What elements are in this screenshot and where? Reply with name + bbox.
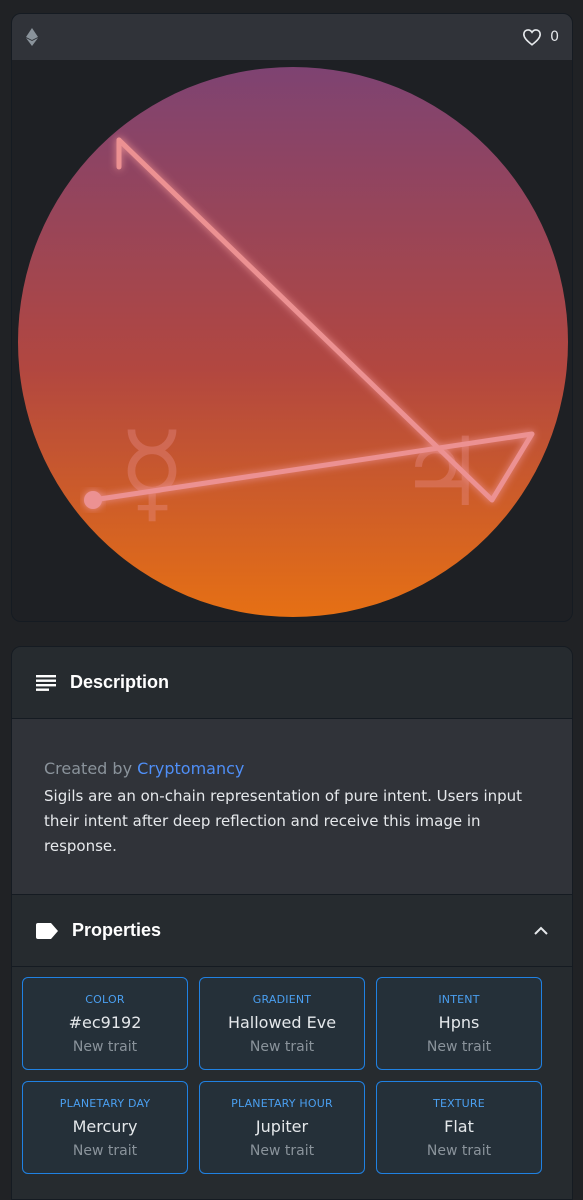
traits-grid: COLOR #ec9192 New trait GRADIENT Hallowe… bbox=[22, 977, 562, 1174]
sigil-start-dot bbox=[84, 491, 102, 509]
description-text: Sigils are an on-chain representation of… bbox=[44, 787, 523, 855]
trait-rarity: New trait bbox=[72, 1038, 138, 1055]
artwork-card-header: 0 bbox=[12, 14, 572, 60]
trait-rarity: New trait bbox=[249, 1038, 315, 1055]
list-lines-icon bbox=[36, 674, 56, 691]
trait-rarity: New trait bbox=[426, 1142, 492, 1159]
properties-body: COLOR #ec9192 New trait GRADIENT Hallowe… bbox=[12, 967, 572, 1199]
description-title: Description bbox=[70, 672, 170, 692]
artwork-image[interactable]: ☿ ♃ bbox=[12, 60, 572, 621]
properties-header[interactable]: Properties bbox=[12, 895, 572, 967]
trait-card-texture[interactable]: TEXTURE Flat New trait bbox=[376, 1081, 542, 1174]
trait-value: #ec9192 bbox=[68, 1012, 142, 1032]
favorite-count: 0 bbox=[550, 29, 559, 45]
description-header[interactable]: Description bbox=[12, 647, 572, 719]
ethereum-icon[interactable] bbox=[25, 28, 39, 46]
trait-rarity: New trait bbox=[72, 1142, 138, 1159]
trait-rarity: New trait bbox=[426, 1038, 492, 1055]
details-panel: Description Created by Cryptomancy Sigil… bbox=[11, 646, 573, 1200]
trait-value: Flat bbox=[444, 1116, 474, 1136]
trait-type: PLANETARY DAY bbox=[59, 1096, 151, 1110]
trait-card-planetary-hour[interactable]: PLANETARY HOUR Jupiter New trait bbox=[199, 1081, 365, 1174]
created-by-label: Created by bbox=[44, 759, 133, 778]
trait-card-planetary-day[interactable]: PLANETARY DAY Mercury New trait bbox=[22, 1081, 188, 1174]
created-by-line: Created by Cryptomancy bbox=[44, 759, 540, 778]
jupiter-glyph: ♃ bbox=[399, 418, 484, 528]
trait-card-gradient[interactable]: GRADIENT Hallowed Eve New trait bbox=[199, 977, 365, 1070]
trait-card-color[interactable]: COLOR #ec9192 New trait bbox=[22, 977, 188, 1070]
properties-title: Properties bbox=[72, 920, 162, 940]
chevron-up-icon[interactable] bbox=[534, 926, 548, 935]
favorite-button[interactable]: 0 bbox=[522, 28, 559, 46]
asset-page: 0 ☿ ♃ Description Created by Cryptomancy… bbox=[0, 0, 583, 1200]
tag-icon bbox=[36, 922, 58, 939]
trait-value: Hallowed Eve bbox=[227, 1012, 337, 1032]
trait-type: GRADIENT bbox=[252, 992, 312, 1006]
trait-value: Mercury bbox=[72, 1116, 138, 1136]
trait-type: TEXTURE bbox=[433, 1096, 485, 1110]
sigil-background-circle bbox=[18, 67, 568, 617]
mercury-glyph: ☿ bbox=[118, 408, 186, 536]
description-body: Created by Cryptomancy Sigils are an on-… bbox=[12, 719, 572, 895]
trait-type: PLANETARY HOUR bbox=[231, 1096, 333, 1110]
trait-rarity: New trait bbox=[249, 1142, 315, 1159]
trait-type: INTENT bbox=[438, 992, 480, 1006]
trait-type: COLOR bbox=[85, 992, 125, 1006]
artwork-card: 0 ☿ ♃ bbox=[11, 13, 573, 622]
trait-card-intent[interactable]: INTENT Hpns New trait bbox=[376, 977, 542, 1070]
trait-value: Jupiter bbox=[255, 1116, 309, 1136]
trait-value: Hpns bbox=[438, 1012, 480, 1032]
creator-link[interactable]: Cryptomancy bbox=[137, 759, 244, 778]
heart-outline-icon[interactable] bbox=[522, 28, 542, 46]
